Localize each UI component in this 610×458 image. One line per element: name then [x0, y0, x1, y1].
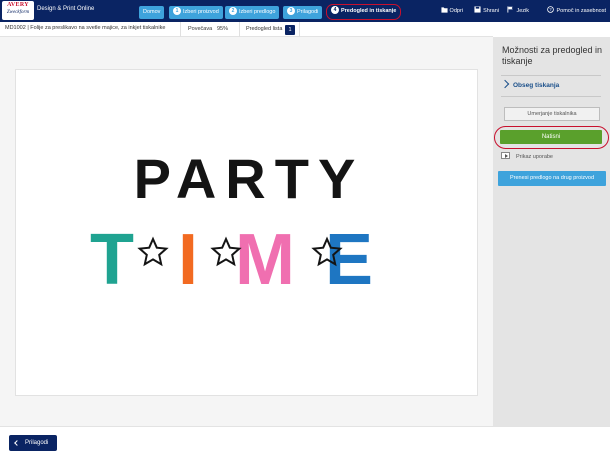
divider [299, 22, 300, 37]
product-info-bar: MD1002 | Folije za preslikavo na svetle … [0, 22, 493, 37]
top-header: AVERY Zweckform Design & Print Online Do… [0, 0, 610, 22]
help-icon: ? [547, 6, 555, 13]
save-label: Shrani [483, 8, 499, 14]
art-letter-t: T [90, 220, 134, 300]
logo-subbrand: Zweckform [6, 10, 30, 15]
step-label: Prilagodi [297, 9, 319, 15]
step-number: 2 [229, 7, 237, 15]
logo-wordmark: AVERY [7, 2, 29, 8]
product-name: MD1002 | Folije za preslikavo na svetle … [5, 25, 166, 31]
art-letter-e: E [325, 220, 373, 300]
art-letter-m: M [235, 220, 295, 300]
step-number: 4 [331, 6, 339, 14]
back-to-customize-button[interactable]: Prilagodi [9, 435, 57, 451]
video-label: Prikaz uporabe [516, 154, 553, 160]
save-button[interactable]: Shrani [474, 6, 499, 17]
open-label: Odpri [449, 8, 463, 14]
flag-icon [507, 6, 514, 13]
zoom-label: Povečava [188, 26, 213, 32]
star-icon [137, 236, 169, 267]
art-party-text: PARTY [134, 147, 365, 210]
svg-text:?: ? [550, 7, 553, 12]
sheet-preview-label: Predogled lista [246, 26, 283, 32]
step-label: Predogled in tiskanje [341, 8, 397, 14]
language-label: Jezik [516, 8, 529, 14]
sheet-number-button[interactable]: 1 [285, 25, 295, 35]
bottom-bar: Prilagodi [0, 426, 610, 458]
divider [180, 22, 181, 37]
transfer-template-button[interactable]: Prenesi predlogo na drug proizvod [498, 171, 606, 186]
print-button[interactable]: Natisni [500, 130, 602, 144]
play-icon [501, 152, 510, 159]
help-privacy-button[interactable]: ? Pomoč in zasebnost [547, 6, 606, 17]
help-label: Pomoč in zasebnost [556, 8, 606, 14]
divider [501, 75, 601, 76]
language-button[interactable]: Jezik [507, 6, 529, 17]
print-scope-label: Obseg tiskanja [513, 82, 560, 89]
app-title: Design & Print Online [37, 6, 95, 12]
step-number: 3 [287, 7, 295, 15]
open-button[interactable]: Odpri [440, 6, 463, 17]
preview-print-panel: Možnosti za predogled in tiskanje Obseg … [493, 37, 610, 426]
folder-icon [440, 7, 448, 13]
step-home[interactable]: Domov [139, 6, 165, 19]
step-label: Izberi proizvod [183, 9, 219, 15]
step-label: Izberi predlogo [239, 9, 276, 15]
save-icon [474, 6, 481, 13]
step-label: Domov [143, 9, 161, 15]
zoom-value[interactable]: 95% [217, 26, 228, 32]
panel-title: Možnosti za predogled in tiskanje [502, 45, 603, 66]
step-choose-product[interactable]: 1 Izberi proizvod [169, 6, 223, 19]
party-time-artwork: PARTY T I M E [90, 147, 373, 300]
sheet-preview: PARTY T I M E [15, 69, 478, 396]
step-customize[interactable]: 3 Prilagodi [283, 6, 323, 19]
back-label: Prilagodi [25, 440, 49, 446]
step-preview-print[interactable]: 4 Predogled in tiskanje [326, 4, 402, 20]
preview-canvas: PARTY T I M E [0, 37, 493, 426]
step-number: 1 [173, 7, 181, 15]
print-scope-toggle[interactable]: Obseg tiskanja [500, 79, 560, 89]
how-to-video-link[interactable]: Prikaz uporabe [501, 152, 553, 160]
printer-calibration-button[interactable]: Umerjanje tiskalnika [504, 107, 600, 121]
chevron-left-icon [14, 440, 20, 446]
divider [501, 96, 601, 97]
divider [239, 22, 240, 37]
print-button-highlight: Natisni [494, 126, 609, 149]
art-letter-i: I [178, 220, 198, 300]
avery-logo[interactable]: AVERY Zweckform [2, 1, 34, 20]
chevron-right-icon [500, 79, 510, 89]
step-choose-template[interactable]: 2 Izberi predlogo [225, 6, 280, 19]
